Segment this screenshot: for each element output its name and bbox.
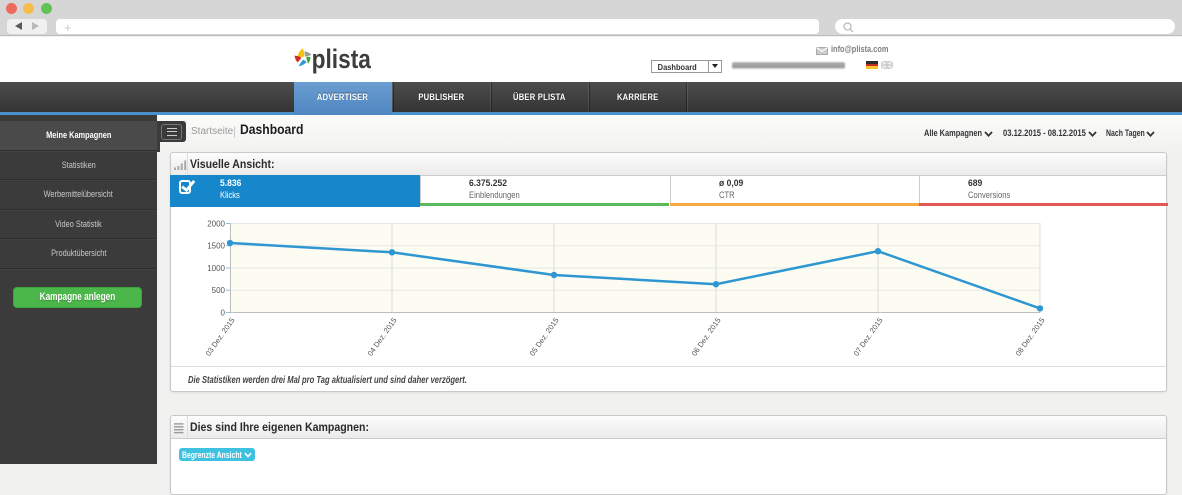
svg-text:1000: 1000 xyxy=(207,264,225,273)
svg-text:03 Dez. 2015: 03 Dez. 2015 xyxy=(204,316,237,358)
svg-text:06 Dez. 2015: 06 Dez. 2015 xyxy=(690,316,723,358)
svg-text:04 Dez. 2015: 04 Dez. 2015 xyxy=(366,316,399,358)
svg-text:500: 500 xyxy=(212,286,226,295)
svg-text:08 Dez. 2015: 08 Dez. 2015 xyxy=(1014,316,1047,358)
svg-text:0: 0 xyxy=(221,309,226,318)
svg-text:2000: 2000 xyxy=(207,220,225,229)
svg-text:07 Dez. 2015: 07 Dez. 2015 xyxy=(852,316,885,358)
svg-text:1500: 1500 xyxy=(207,242,225,251)
svg-text:05 Dez. 2015: 05 Dez. 2015 xyxy=(528,316,561,358)
